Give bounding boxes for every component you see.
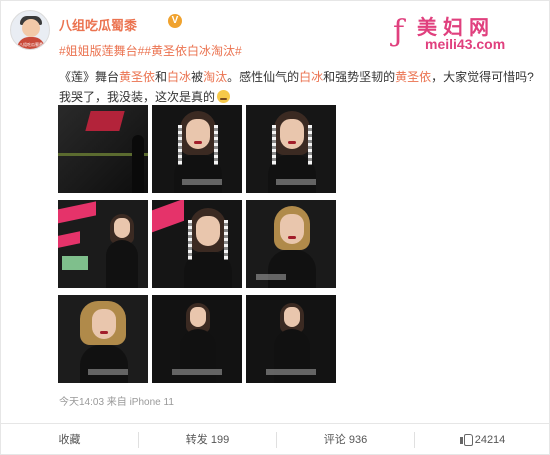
mention-huang-shengyi[interactable]: 黄圣依 xyxy=(395,70,431,84)
verified-badge-icon: V xyxy=(168,14,182,28)
face xyxy=(190,307,206,327)
thumbs-up-icon xyxy=(459,433,473,446)
face xyxy=(196,216,220,246)
hair-beads xyxy=(188,220,192,260)
face xyxy=(92,309,116,339)
photo-8[interactable] xyxy=(152,295,242,383)
caption-bar xyxy=(266,369,316,375)
torso xyxy=(268,250,316,288)
username-link[interactable]: 八组吃瓜蜀黍 xyxy=(59,15,137,34)
like-count: 24214 xyxy=(474,434,506,446)
avatar-label: 八组吃瓜蜀黍 xyxy=(19,42,43,47)
screen-monitor xyxy=(62,256,88,270)
site-watermark: ƒ 美妇网 meili43.com xyxy=(393,11,543,53)
post-text-plain: 和强势坚韧的 xyxy=(323,70,396,84)
comment-label: 评论 936 xyxy=(323,434,368,446)
mention-huang-shengyi[interactable]: 黄圣依 xyxy=(119,70,155,84)
hair-beads xyxy=(178,125,182,165)
face xyxy=(114,218,130,238)
lips xyxy=(100,331,108,334)
post-text-line-2: 我哭了，我没装，这次是真的 xyxy=(59,88,231,105)
photo-6[interactable] xyxy=(246,200,336,288)
like-button[interactable]: 24214 xyxy=(415,424,550,455)
favorite-label: 收藏 xyxy=(58,434,81,446)
lips xyxy=(288,236,296,239)
post-text-plain: 《莲》舞台 xyxy=(59,70,120,84)
avatar-face xyxy=(22,19,40,37)
face xyxy=(284,307,300,327)
caption-bar xyxy=(276,179,316,185)
face xyxy=(280,119,304,149)
repost-label: 转发 199 xyxy=(185,434,230,446)
photo-2[interactable] xyxy=(152,105,242,193)
post-meta-time-source: 今天14:03 来自 iPhone 11 xyxy=(59,397,174,408)
photo-7[interactable] xyxy=(58,295,148,383)
photo-5[interactable] xyxy=(152,200,242,288)
keyword-eliminated[interactable]: 淘汰 xyxy=(203,70,227,84)
post-text-plain: ，大家觉得可惜吗? xyxy=(431,70,534,84)
caption-bar xyxy=(182,179,222,185)
weibo-post-card: 八组吃瓜蜀黍 八组吃瓜蜀黍 V #姐姐版莲舞台##黄圣依白冰淘汰# ƒ 美妇网 … xyxy=(0,0,550,455)
hashtag-links[interactable]: #姐姐版莲舞台##黄圣依白冰淘汰# xyxy=(59,42,242,59)
post-text-plain: 。感性仙气的 xyxy=(227,70,300,84)
caption-bar xyxy=(88,369,128,375)
mention-bai-bing[interactable]: 白冰 xyxy=(299,70,323,84)
photo-1[interactable] xyxy=(58,105,148,193)
torso xyxy=(80,345,128,383)
photo-3[interactable] xyxy=(246,105,336,193)
face xyxy=(280,214,304,244)
lips xyxy=(288,141,296,144)
favorite-button[interactable]: 收藏 xyxy=(1,424,138,455)
hair-beads xyxy=(308,125,312,165)
post-text-plain: 和 xyxy=(155,70,168,84)
photo-9[interactable] xyxy=(246,295,336,383)
figure-silhouette xyxy=(132,135,144,193)
avatar[interactable]: 八组吃瓜蜀黍 xyxy=(10,10,50,50)
watermark-url: meili43.com xyxy=(425,36,506,52)
caption-bar xyxy=(256,274,286,280)
photo-4[interactable] xyxy=(58,200,148,288)
hair-beads xyxy=(272,125,276,165)
face xyxy=(186,119,210,149)
watermark-logo-icon: ƒ xyxy=(393,14,405,49)
comment-button[interactable]: 评论 936 xyxy=(277,424,414,455)
crying-emoji-icon xyxy=(217,90,231,103)
hair-beads xyxy=(214,125,218,165)
stage-screen xyxy=(85,111,125,131)
post-text-plain: 我哭了，我没装，这次是真的 xyxy=(59,90,216,104)
post-text-line-1: 《莲》舞台黄圣依和白冰被淘汰。感性仙气的白冰和强势坚韧的黄圣依，大家觉得可惜吗? xyxy=(59,68,534,85)
caption-bar xyxy=(172,369,222,375)
image-grid xyxy=(58,105,338,383)
lips xyxy=(194,141,202,144)
hair-beads xyxy=(224,220,228,260)
mention-bai-bing[interactable]: 白冰 xyxy=(167,70,191,84)
torso xyxy=(106,240,138,288)
post-text-plain: 被 xyxy=(191,70,204,84)
repost-button[interactable]: 转发 199 xyxy=(139,424,276,455)
